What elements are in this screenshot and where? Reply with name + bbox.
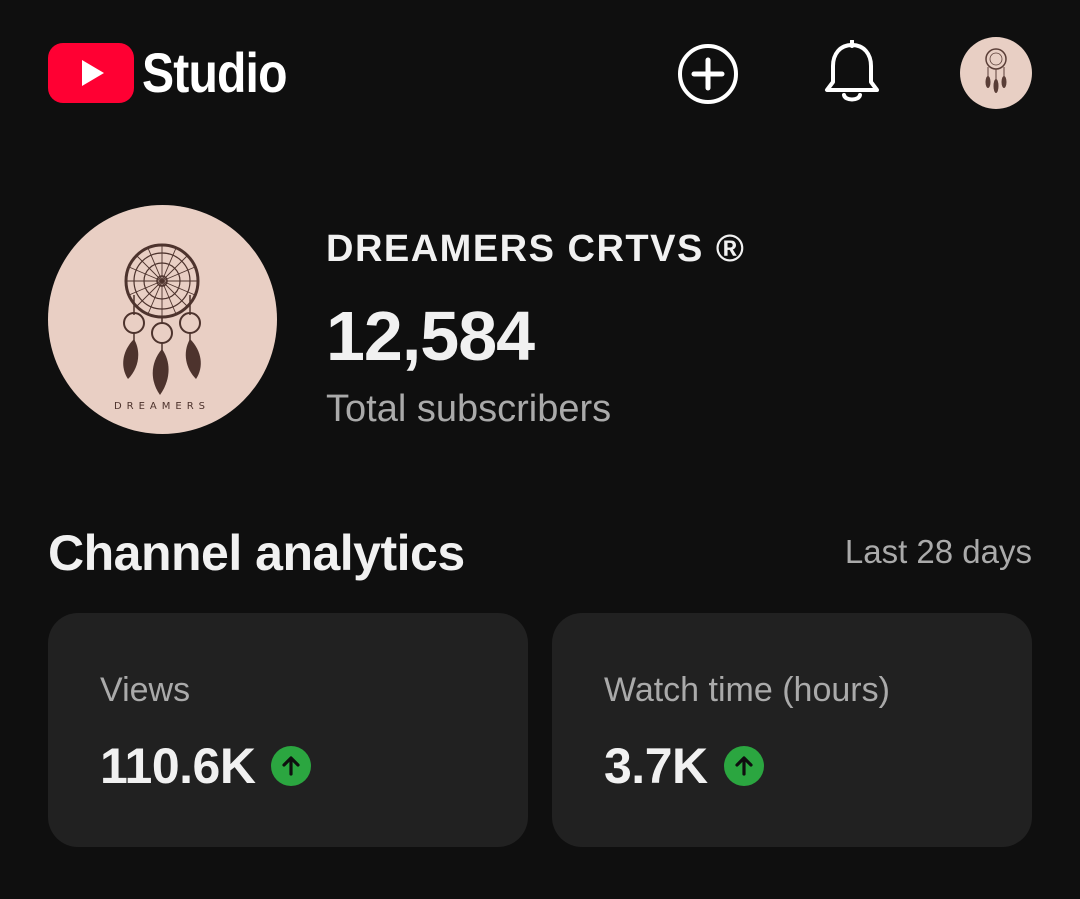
dreamcatcher-icon — [985, 48, 1007, 93]
app-name: Studio — [142, 41, 288, 104]
card-label: Views — [100, 671, 191, 709]
avatar-wordmark: DREAMERS — [114, 401, 210, 412]
channel-name: DREAMERS CRTVS ® — [326, 228, 746, 270]
card-value: 3.7K — [604, 738, 708, 794]
analytics-title: Channel analytics — [48, 525, 465, 581]
card-label: Watch time (hours) — [604, 671, 890, 709]
trend-up-icon — [723, 746, 764, 786]
notifications-button[interactable] — [822, 40, 882, 106]
dreamcatcher-logo: DREAMERS — [114, 243, 210, 412]
channel-avatar[interactable]: DREAMERS — [48, 205, 277, 434]
youtube-play-icon — [48, 43, 134, 103]
top-app-bar: Studio — [0, 0, 1080, 150]
watch-time-card[interactable]: Watch time (hours) 3.7K — [552, 613, 1032, 847]
trend-up-icon — [271, 746, 312, 786]
subscriber-label: Total subscribers — [326, 388, 612, 430]
account-avatar[interactable] — [960, 37, 1032, 109]
bell-icon — [825, 40, 879, 102]
date-range-label: Last 28 days — [844, 533, 1032, 570]
views-card[interactable]: Views 110.6K — [48, 613, 528, 847]
studio-home: Studio DREAMERS DREAMERS CRTVS ® 12,584 … — [0, 0, 1080, 899]
studio-logo[interactable]: Studio — [48, 42, 310, 104]
card-value-row: 110.6K — [100, 737, 312, 795]
plus-circle-icon — [678, 44, 738, 104]
card-value-row: 3.7K — [604, 737, 764, 795]
card-value: 110.6K — [100, 738, 256, 794]
create-button[interactable] — [676, 42, 740, 106]
subscriber-count: 12,584 — [326, 297, 535, 375]
